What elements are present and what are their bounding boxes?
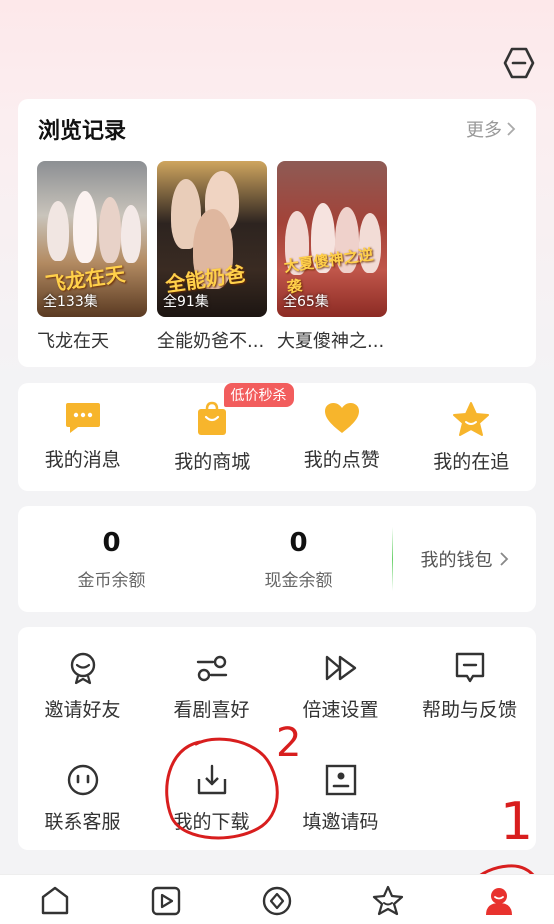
star-icon: [453, 402, 490, 436]
history-item[interactable]: 全能奶爸 全91集 全能奶爸不...: [157, 161, 267, 353]
play-icon: [151, 886, 181, 915]
drama-name: 飞龙在天: [37, 331, 109, 352]
chevron-right-icon: [499, 552, 508, 566]
tool-invite-friends[interactable]: 邀请好友: [18, 651, 147, 722]
tool-preferences[interactable]: 看剧喜好: [147, 651, 276, 722]
drama-name: 大夏傻神之...: [277, 331, 385, 352]
history-item[interactable]: 飞龙在天 全133集 飞龙在天: [37, 161, 147, 353]
tool-label: 邀请好友: [44, 699, 121, 721]
quick-item-mall[interactable]: 低价秒杀 我的商城: [148, 383, 294, 491]
preferences-icon: [196, 655, 227, 682]
coin-balance-label: 金币余额: [77, 570, 146, 591]
episode-count: 全133集: [43, 294, 98, 310]
nav-favorites[interactable]: [358, 875, 418, 924]
coin-balance-value: 0: [102, 527, 121, 558]
tool-customer-service[interactable]: 联系客服: [18, 763, 147, 834]
nav-profile[interactable]: [469, 875, 529, 924]
quick-menu-card: 我的消息 低价秒杀 我的商城 我的点赞 我的在追: [18, 383, 536, 491]
nav-discover[interactable]: [247, 875, 307, 924]
episode-count: 全65集: [283, 294, 329, 310]
tool-label: 填邀请码: [302, 811, 379, 833]
cash-balance[interactable]: 0 现金余额: [205, 528, 392, 591]
tool-label: 看剧喜好: [173, 699, 250, 721]
invite-code-icon: [325, 764, 356, 796]
tools-card: 邀请好友 看剧喜好 倍速设置 帮助与反馈 联系客服 我的下载 填邀请码: [18, 627, 536, 850]
my-wallet-link[interactable]: 我的钱包: [393, 546, 536, 572]
tool-label: 倍速设置: [302, 699, 379, 721]
chevron-right-icon: [507, 122, 516, 136]
poster-image[interactable]: 全能奶爸 全91集: [157, 161, 267, 317]
tool-my-downloads[interactable]: 我的下载: [147, 763, 276, 834]
wallet-card: 0 金币余额 0 现金余额 我的钱包: [18, 506, 536, 612]
poster-image[interactable]: 飞龙在天 全133集: [37, 161, 147, 317]
quick-item-label: 我的点赞: [303, 449, 380, 471]
favorites-icon: [372, 885, 403, 915]
coin-balance[interactable]: 0 金币余额: [18, 528, 205, 591]
discover-icon: [262, 886, 292, 915]
episode-count: 全91集: [163, 294, 209, 310]
quick-item-messages[interactable]: 我的消息: [18, 383, 148, 491]
my-wallet-label: 我的钱包: [420, 550, 493, 571]
download-icon: [197, 764, 226, 795]
tool-label: 联系客服: [44, 811, 121, 833]
quick-item-label: 我的消息: [44, 449, 121, 471]
history-title: 浏览记录: [38, 119, 127, 144]
customer-service-icon: [67, 764, 98, 796]
heart-icon: [324, 403, 359, 433]
feedback-icon: [455, 652, 484, 683]
nav-theater[interactable]: [136, 875, 196, 924]
settings-hex-icon[interactable]: [502, 46, 536, 80]
browse-history-card: 浏览记录 更多 飞龙在天 全133集 飞龙在天 全能奶爸 全91集 全能奶爸不.…: [18, 99, 536, 367]
poster-image[interactable]: 大夏傻神之逆袭 全65集: [277, 161, 387, 317]
home-icon: [42, 886, 69, 914]
history-more-link[interactable]: 更多: [466, 116, 516, 142]
tool-enter-invite-code[interactable]: 填邀请码: [276, 763, 405, 834]
profile-icon: [485, 887, 512, 915]
drama-name: 全能奶爸不...: [157, 331, 265, 352]
cash-balance-label: 现金余额: [264, 570, 333, 591]
quick-item-label: 我的在追: [433, 451, 510, 473]
quick-item-likes[interactable]: 我的点赞: [277, 383, 407, 491]
cash-balance-value: 0: [289, 527, 308, 558]
tool-label: 我的下载: [173, 811, 250, 833]
quick-item-label: 我的商城: [174, 451, 251, 473]
tool-playback-speed[interactable]: 倍速设置: [276, 651, 405, 722]
quick-item-following[interactable]: 我的在追: [407, 383, 537, 491]
tool-help-feedback[interactable]: 帮助与反馈: [405, 651, 534, 722]
history-more-label: 更多: [466, 120, 502, 141]
tool-label: 帮助与反馈: [421, 699, 517, 721]
playback-speed-icon: [325, 655, 356, 681]
nav-home[interactable]: [25, 875, 85, 924]
invite-icon: [70, 652, 95, 685]
message-icon: [65, 403, 100, 433]
history-item[interactable]: 大夏傻神之逆袭 全65集 大夏傻神之...: [277, 161, 387, 353]
bottom-nav: [0, 874, 554, 924]
